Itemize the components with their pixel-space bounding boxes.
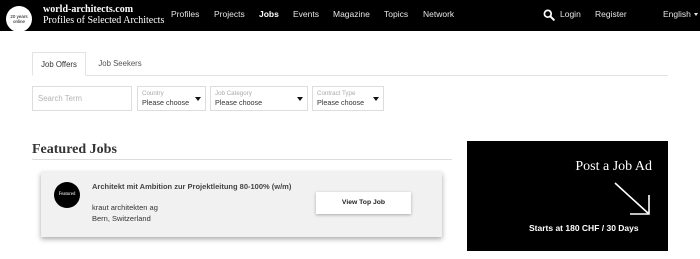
featured-badge: Featured	[54, 182, 80, 208]
job-category-select-label: Job Category	[215, 90, 252, 97]
ad-title: Post a Job Ad	[575, 159, 652, 174]
job-category-select-value: Please choose	[215, 98, 263, 107]
job-title[interactable]: Architekt mit Ambition zur Projektleitun…	[92, 182, 292, 192]
search-term-input[interactable]	[33, 87, 131, 110]
brand-name[interactable]: world-architects.com	[43, 4, 133, 15]
featured-jobs-heading: Featured Jobs	[32, 142, 117, 157]
featured-job-card[interactable]: Featured Architekt mit Ambition zur Proj…	[41, 172, 442, 237]
country-select-label: Country	[142, 90, 164, 97]
login-link[interactable]: Login	[560, 9, 581, 20]
language-label: English	[663, 9, 691, 19]
job-company: kraut architekten ag	[92, 203, 158, 212]
contract-type-select-value: Please choose	[317, 98, 365, 107]
tab-job-offers[interactable]: Job Offers	[32, 52, 86, 76]
nav-network[interactable]: Network	[423, 9, 454, 20]
register-link[interactable]: Register	[595, 9, 627, 20]
tab-job-seekers[interactable]: Job Seekers	[88, 52, 152, 76]
nav-profiles[interactable]: Profiles	[171, 9, 199, 20]
job-location: Bern, Switzerland	[92, 214, 151, 223]
nav-events[interactable]: Events	[293, 9, 319, 20]
job-tabs: Job Offers Job Seekers	[32, 52, 668, 76]
country-select-value: Please choose	[142, 98, 190, 107]
nav-projects[interactable]: Projects	[214, 9, 245, 20]
language-selector[interactable]: English	[663, 9, 698, 20]
nav-topics[interactable]: Topics	[384, 9, 408, 20]
contract-type-select-label: Contract Type	[317, 90, 356, 97]
chevron-down-icon	[297, 97, 303, 101]
section-divider	[32, 159, 452, 160]
chevron-down-icon	[693, 13, 698, 17]
search-icon[interactable]	[543, 9, 555, 21]
nav-jobs[interactable]: Jobs	[259, 9, 279, 20]
ad-price: Starts at 180 CHF / 30 Days	[529, 223, 639, 233]
view-top-job-button[interactable]: View Top Job	[316, 192, 411, 214]
contract-type-select[interactable]: Contract Type Please choose	[312, 86, 384, 111]
search-term-field	[32, 86, 132, 111]
anniversary-badge[interactable]: 20 years online	[6, 6, 32, 32]
chevron-down-icon	[195, 97, 201, 101]
brand-tagline[interactable]: Profiles of Selected Architects	[43, 15, 164, 26]
country-select[interactable]: Country Please choose	[137, 86, 206, 111]
top-navigation-bar: 20 years online world-architects.com Pro…	[0, 0, 700, 32]
post-job-ad-banner[interactable]: Post a Job Ad Starts at 180 CHF / 30 Day…	[467, 141, 668, 251]
chevron-down-icon	[373, 97, 379, 101]
job-category-select[interactable]: Job Category Please choose	[210, 86, 308, 111]
nav-magazine[interactable]: Magazine	[333, 9, 370, 20]
anniversary-badge-line2: online	[12, 19, 25, 24]
arrow-down-right-icon	[614, 182, 650, 215]
